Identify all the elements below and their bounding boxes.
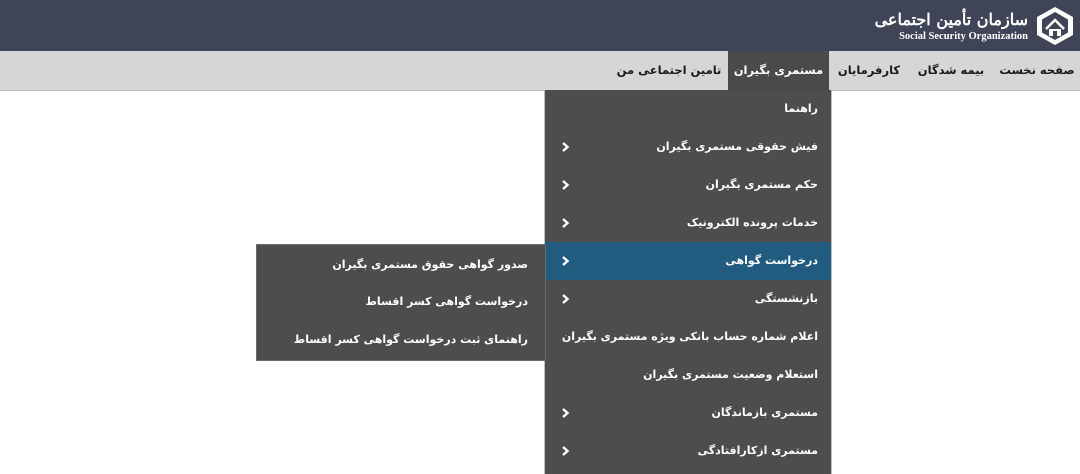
pensioners-dropdown-menu: راهنما فیش حقوقی مستمری بگیران حکم مستمر…: [544, 90, 832, 474]
menu-item-guide[interactable]: راهنما: [545, 90, 831, 128]
chevron-right-icon: [562, 142, 570, 152]
menu-item-label: اعلام شماره حساب بانکی ویژه مستمری بگیرا…: [561, 330, 818, 343]
menu-item-label: خدمات پرونده الکترونیک: [686, 216, 818, 229]
menu-item-label: مستمری بازماندگان: [711, 406, 818, 419]
menu-item-pensioner-status-inquiry[interactable]: استعلام وضعیت مستمری بگیران: [545, 356, 831, 394]
nav-my-social-security[interactable]: تامین اجتماعی من: [611, 51, 727, 90]
menu-item-label: درخواست گواهی: [725, 254, 818, 267]
chevron-right-icon: [562, 446, 570, 456]
chevron-right-icon: [562, 180, 570, 190]
main-nav: صفحه نخست بیمه شدگان کارفرمایان مستمری ب…: [0, 51, 1080, 91]
menu-item-label: حکم مستمری بگیران: [705, 178, 818, 191]
nav-employers[interactable]: کارفرمایان: [830, 51, 908, 90]
submenu-item-label: درخواست گواهی کسر اقساط: [365, 295, 529, 308]
chevron-right-icon: [562, 256, 570, 266]
menu-item-disability-pension[interactable]: مستمری ازکارافتادگی: [545, 432, 831, 470]
nav-home[interactable]: صفحه نخست: [994, 51, 1080, 90]
site-header: سازمان تأمین اجتماعی Social Security Org…: [0, 0, 1080, 51]
chevron-right-icon: [562, 408, 570, 418]
chevron-right-icon: [562, 218, 570, 228]
menu-item-bank-account-announcement[interactable]: اعلام شماره حساب بانکی ویژه مستمری بگیرا…: [545, 318, 831, 356]
menu-item-certificate-request[interactable]: درخواست گواهی: [545, 242, 831, 280]
menu-item-label: فیش حقوقی مستمری بگیران: [656, 140, 818, 153]
menu-item-label: مستمری ازکارافتادگی: [697, 444, 818, 457]
submenu-item-installment-deduction-request[interactable]: درخواست گواهی کسر اقساط: [257, 283, 545, 321]
submenu-item-issue-salary-certificate[interactable]: صدور گواهی حقوق مستمری بگیران: [257, 246, 545, 284]
menu-item-label: راهنما: [784, 102, 818, 115]
submenu-item-installment-deduction-guide[interactable]: راهنمای ثبت درخواست گواهی کسر اقساط: [257, 321, 545, 359]
menu-item-label: بازنشستگی: [754, 292, 818, 305]
logo-text: سازمان تأمین اجتماعی Social Security Org…: [875, 10, 1028, 43]
nav-pensioners[interactable]: مستمری بگیران: [728, 51, 829, 90]
submenu-item-label: صدور گواهی حقوق مستمری بگیران: [332, 258, 528, 271]
menu-item-pension-decree[interactable]: حکم مستمری بگیران: [545, 166, 831, 204]
menu-item-electronic-file-services[interactable]: خدمات پرونده الکترونیک: [545, 204, 831, 242]
certificate-request-submenu: صدور گواهی حقوق مستمری بگیران درخواست گو…: [256, 244, 546, 361]
submenu-item-label: راهنمای ثبت درخواست گواهی کسر اقساط: [293, 333, 528, 346]
menu-item-label: استعلام وضعیت مستمری بگیران: [643, 368, 818, 381]
logo-title-fa: سازمان تأمین اجتماعی: [874, 9, 1028, 29]
chevron-right-icon: [562, 294, 570, 304]
ssorg-emblem-icon: [1037, 7, 1073, 45]
menu-item-pension-payslip[interactable]: فیش حقوقی مستمری بگیران: [545, 128, 831, 166]
menu-item-retirement[interactable]: بازنشستگی: [545, 280, 831, 318]
logo-title-en: Social Security Organization: [899, 30, 1028, 42]
menu-item-survivors-pension[interactable]: مستمری بازماندگان: [545, 394, 831, 432]
site-logo[interactable]: سازمان تأمین اجتماعی Social Security Org…: [875, 4, 1076, 48]
nav-insured[interactable]: بیمه شدگان: [908, 51, 994, 90]
